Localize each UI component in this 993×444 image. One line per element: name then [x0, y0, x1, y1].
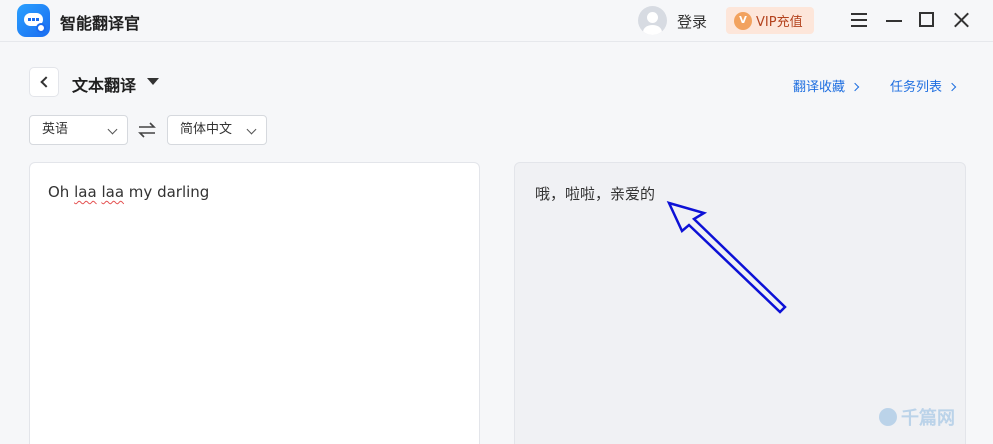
chevron-down-icon	[107, 124, 118, 135]
caret-down-icon[interactable]	[147, 78, 159, 85]
login-button[interactable]: 登录	[677, 11, 707, 32]
mode-selector[interactable]: 文本翻译	[72, 72, 136, 96]
source-word: my	[128, 183, 153, 201]
chevron-left-icon	[40, 76, 52, 88]
close-icon[interactable]	[951, 10, 971, 30]
maximize-icon[interactable]	[917, 10, 937, 30]
chevron-down-icon	[246, 124, 257, 135]
translation-text: 哦，啦啦，亲爱的	[535, 185, 656, 203]
source-language-value: 英语	[42, 122, 69, 137]
minimize-icon[interactable]	[884, 10, 904, 30]
vip-crown-icon: V	[734, 11, 752, 30]
task-list-link[interactable]: 任务列表	[890, 76, 957, 95]
target-language-select[interactable]: 简体中文	[167, 115, 267, 145]
source-word-misspelled: laa	[74, 183, 97, 201]
source-word: darling	[157, 183, 210, 201]
vip-label: VIP充值	[756, 15, 803, 30]
app-title: 智能翻译官	[60, 14, 141, 33]
app-logo-icon	[17, 4, 50, 37]
source-word-misspelled: laa	[101, 183, 125, 201]
chevron-right-icon	[850, 82, 860, 92]
chevron-right-icon	[947, 82, 957, 92]
task-list-label: 任务列表	[890, 80, 943, 95]
vip-recharge-button[interactable]: V VIP充值	[726, 7, 814, 34]
source-word: Oh	[48, 183, 70, 201]
user-avatar-icon[interactable]	[638, 6, 667, 35]
watermark-logo-icon	[879, 408, 897, 426]
title-bar: 智能翻译官 登录 V VIP充值	[0, 0, 993, 42]
swap-arrows-icon[interactable]	[137, 120, 157, 140]
favorites-label: 翻译收藏	[793, 80, 846, 95]
back-button[interactable]	[29, 67, 59, 97]
source-text[interactable]: Oh laa laa my darling	[48, 183, 209, 201]
favorites-link[interactable]: 翻译收藏	[793, 76, 860, 95]
annotation-arrow-icon	[666, 201, 787, 314]
watermark: 千篇网	[879, 404, 955, 430]
source-language-select[interactable]: 英语	[29, 115, 128, 145]
menu-icon[interactable]	[849, 10, 869, 30]
watermark-text: 千篇网	[901, 408, 955, 429]
target-language-value: 简体中文	[180, 122, 233, 137]
source-text-panel[interactable]: Oh laa laa my darling	[29, 162, 480, 444]
